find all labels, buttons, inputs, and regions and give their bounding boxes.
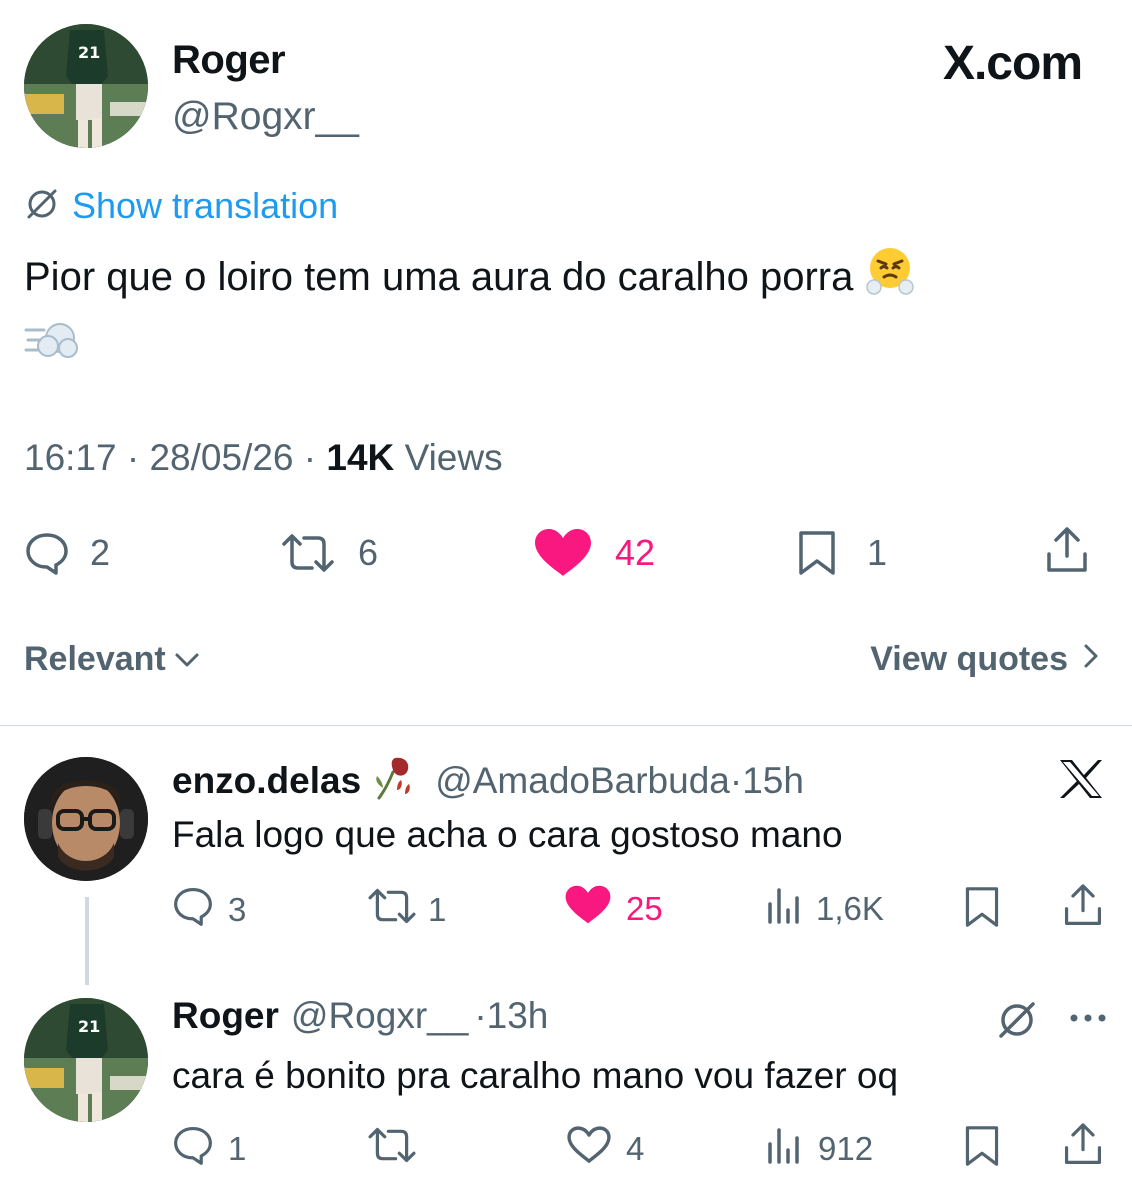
section-divider	[0, 725, 1132, 726]
repost-icon	[366, 885, 418, 935]
heart-icon	[533, 528, 593, 578]
reply-button[interactable]: 1	[172, 1124, 246, 1174]
reply-header: enzo.delas @AmadoBarbuda · 15h	[172, 754, 804, 807]
like-count: 42	[615, 532, 656, 573]
more-options-button[interactable]	[1068, 1006, 1108, 1035]
author-name[interactable]: Roger	[172, 38, 286, 83]
chevron-right-icon	[1082, 640, 1100, 679]
sort-dropdown[interactable]: Relevant	[24, 640, 200, 679]
translate-icon	[24, 186, 60, 227]
reply-count: 1	[228, 1130, 247, 1167]
reply-count: 3	[228, 891, 247, 928]
heart-icon	[564, 884, 612, 934]
bookmark-icon	[962, 1124, 1002, 1176]
like-button[interactable]: 25	[564, 884, 663, 934]
meta-separator: ·	[126, 437, 150, 478]
wilted-flower-icon	[371, 754, 419, 807]
reply-count: 2	[90, 532, 111, 573]
more-icon	[1068, 1014, 1108, 1034]
share-button[interactable]	[1044, 526, 1090, 576]
view-quotes-link[interactable]: View quotes	[870, 640, 1100, 679]
reply-icon	[172, 1124, 214, 1174]
bookmark-icon	[795, 529, 839, 577]
heart-outline-icon	[566, 1124, 612, 1174]
author-handle[interactable]: @Rogxr__	[172, 95, 359, 139]
reply-author-name[interactable]: Roger	[172, 995, 279, 1037]
like-button[interactable]: 42	[533, 528, 655, 578]
meta-separator: ·	[474, 995, 487, 1036]
share-button[interactable]	[1062, 1122, 1104, 1176]
views-label: Views	[404, 437, 503, 478]
dashing-away-icon	[24, 316, 80, 383]
views-button[interactable]: 1,6K	[764, 884, 884, 934]
bar-chart-icon	[764, 884, 804, 934]
share-icon	[1044, 526, 1090, 576]
svg-text:21: 21	[78, 43, 100, 62]
reply-author-handle[interactable]: @Rogxr__	[291, 995, 468, 1037]
reply-avatar[interactable]: 21	[24, 998, 148, 1122]
tweet-text-body: Pior que o loiro tem uma aura do caralho…	[24, 255, 854, 300]
repost-count: 1	[428, 891, 447, 928]
meta-separator: ·	[303, 437, 327, 478]
tweet-date[interactable]: 28/05/26	[149, 437, 293, 478]
view-count: 912	[818, 1130, 874, 1167]
author-avatar[interactable]: 21	[24, 24, 148, 148]
like-count: 4	[626, 1130, 645, 1167]
repost-count: 6	[358, 532, 379, 573]
bookmark-button[interactable]	[962, 885, 1002, 937]
repost-button[interactable]	[366, 1124, 428, 1174]
thread-connector	[85, 897, 89, 985]
views-count: 14K	[326, 437, 395, 478]
sort-label: Relevant	[24, 640, 166, 678]
translate-icon	[995, 1002, 1039, 1046]
reply-header: Roger @Rogxr__ · 13h	[172, 995, 548, 1037]
reply-button[interactable]: 2	[24, 530, 110, 576]
views-button[interactable]: 912	[764, 1124, 873, 1174]
show-translation-link[interactable]: Show translation	[24, 184, 338, 228]
reply-author-handle[interactable]: @AmadoBarbuda	[435, 760, 730, 802]
tweet-metadata: 16:17 · 28/05/26 · 14K Views	[24, 437, 503, 479]
bookmark-count: 1	[867, 532, 888, 573]
brand-logo: X.com	[942, 37, 1083, 90]
face-with-steam-from-nose-icon	[864, 244, 916, 315]
reply-avatar[interactable]	[24, 757, 148, 881]
translate-button[interactable]	[995, 998, 1039, 1047]
reply-author-name[interactable]: enzo.delas	[172, 760, 361, 802]
share-icon	[1062, 1122, 1104, 1176]
share-button[interactable]	[1062, 883, 1104, 937]
reply-button[interactable]: 3	[172, 885, 246, 935]
repost-button[interactable]: 1	[366, 885, 446, 935]
meta-separator: ·	[729, 759, 743, 801]
bookmark-icon	[962, 885, 1002, 937]
tweet-time[interactable]: 16:17	[24, 437, 117, 478]
reply-time[interactable]: 15h	[742, 760, 804, 802]
tweet-text: Pior que o loiro tem uma aura do caralho…	[24, 244, 1084, 383]
share-icon	[1062, 883, 1104, 937]
like-count: 25	[626, 890, 663, 927]
bar-chart-icon	[764, 1124, 804, 1174]
bookmark-button[interactable]: 1	[795, 529, 887, 577]
reply-icon	[172, 885, 214, 935]
repost-icon	[280, 530, 336, 576]
reply-time[interactable]: 13h	[487, 995, 549, 1037]
reply-text: Fala logo que acha o cara gostoso mano	[172, 814, 843, 855]
x-logo-icon	[1058, 758, 1104, 805]
reply-icon	[24, 530, 70, 576]
chevron-down-icon	[174, 640, 200, 679]
reply-text: cara é bonito pra caralho mano vou fazer…	[172, 1055, 899, 1096]
bookmark-button[interactable]	[962, 1124, 1002, 1176]
view-count: 1,6K	[816, 890, 884, 927]
show-translation-label[interactable]: Show translation	[72, 185, 338, 227]
repost-icon	[366, 1124, 418, 1174]
repost-button[interactable]: 6	[280, 530, 378, 576]
like-button[interactable]: 4	[566, 1124, 644, 1174]
svg-text:21: 21	[78, 1017, 100, 1036]
view-quotes-label: View quotes	[870, 640, 1068, 678]
